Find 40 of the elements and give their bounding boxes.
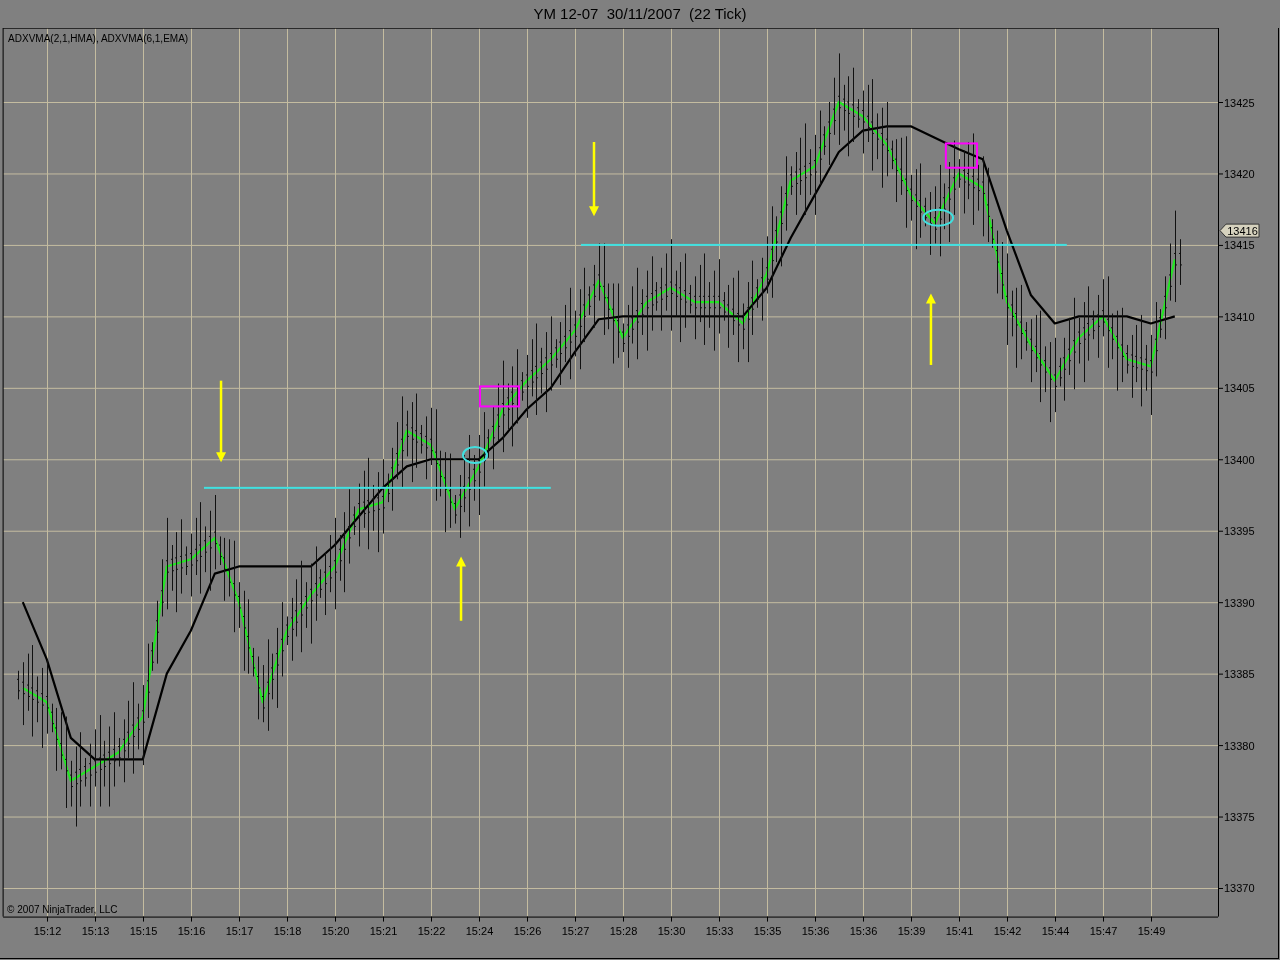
x-axis-label: 15:27 bbox=[561, 924, 590, 937]
x-axis-label: 15:30 bbox=[657, 924, 686, 937]
y-axis-label: 13420 bbox=[1224, 167, 1255, 180]
y-axis-label: 13395 bbox=[1224, 525, 1255, 538]
x-axis-label: 15:35 bbox=[753, 924, 782, 937]
x-axis-label: 15:16 bbox=[177, 924, 206, 937]
x-axis-label: 15:12 bbox=[33, 924, 62, 937]
indicator-label: ADXVMA(2,1,HMA), ADXVMA(6,1,EMA) bbox=[8, 32, 189, 44]
x-axis-label: 15:17 bbox=[225, 924, 254, 937]
x-axis-label: 15:28 bbox=[609, 924, 638, 937]
last-price-tag: 13416 bbox=[1219, 223, 1260, 238]
x-axis-label: 15:18 bbox=[273, 924, 302, 937]
y-axis-label: 13375 bbox=[1224, 811, 1255, 824]
x-axis-label: 15:22 bbox=[417, 924, 446, 937]
x-axis-label: 15:39 bbox=[897, 924, 926, 937]
y-axis-label: 13400 bbox=[1224, 453, 1255, 466]
x-axis-label: 15:44 bbox=[1041, 924, 1070, 937]
x-axis-label: 15:26 bbox=[513, 924, 542, 937]
x-axis-label: 15:15 bbox=[129, 924, 158, 937]
x-axis-label: 15:36 bbox=[801, 924, 830, 937]
x-axis-label: 15:33 bbox=[705, 924, 734, 937]
x-axis-label: 15:49 bbox=[1137, 924, 1166, 937]
x-axis-label: 15:47 bbox=[1089, 924, 1118, 937]
x-axis-label: 15:20 bbox=[321, 924, 350, 937]
y-axis-label: 13410 bbox=[1224, 310, 1255, 323]
x-axis-label: 15:42 bbox=[993, 924, 1022, 937]
y-axis-label: 13405 bbox=[1224, 382, 1255, 395]
y-axis-label: 13385 bbox=[1224, 668, 1255, 681]
x-axis-label: 15:13 bbox=[81, 924, 110, 937]
window-title: YM 12-07 30/11/2007 (22 Tick) bbox=[533, 4, 747, 24]
y-axis-label: 13370 bbox=[1224, 882, 1255, 895]
x-axis-label: 15:41 bbox=[945, 924, 974, 937]
y-axis-label: 13415 bbox=[1224, 239, 1255, 252]
x-axis-label: 15:21 bbox=[369, 924, 398, 937]
y-axis-label: 13380 bbox=[1224, 739, 1255, 752]
y-axis-label: 13390 bbox=[1224, 596, 1255, 609]
copyright-text: © 2007 NinjaTrader, LLC bbox=[7, 903, 118, 915]
y-axis-label: 13425 bbox=[1224, 96, 1255, 109]
x-axis-label: 15:36 bbox=[849, 924, 878, 937]
x-axis-label: 15:24 bbox=[465, 924, 494, 937]
